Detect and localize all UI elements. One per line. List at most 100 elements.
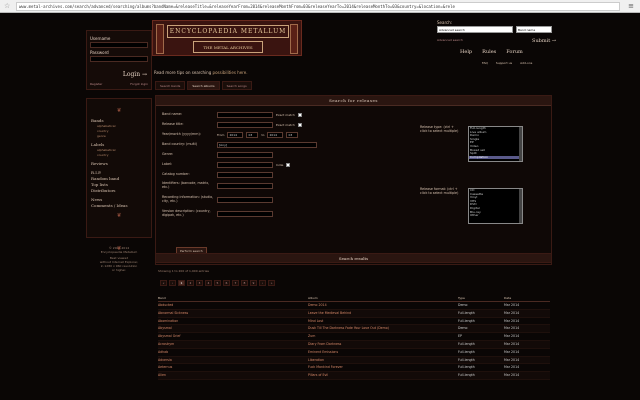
column-header-type[interactable]: Type	[458, 295, 504, 301]
band-link[interactable]: Alien	[158, 372, 308, 379]
page-button[interactable]: 7	[232, 280, 239, 286]
forgot-login-link[interactable]: Forgot login	[130, 82, 148, 86]
menu-random-band[interactable]: Random band	[91, 176, 147, 181]
album-link[interactable]: Zum	[308, 333, 458, 340]
album-link[interactable]: Dusk Till The Darkness Fade Your Love Ou…	[308, 325, 458, 332]
band-link[interactable]: Abomination	[158, 318, 308, 325]
release-type-listbox[interactable]: Full-length Live album Demo Single EP Vi…	[468, 126, 523, 162]
column-header-band[interactable]: Band	[158, 295, 308, 301]
release-format-label: Release format: (ctrl + click to select …	[420, 187, 459, 195]
identifiers-input[interactable]	[217, 182, 273, 189]
band-link[interactable]: Adhab	[158, 349, 308, 356]
album-link[interactable]: Eminent Emissions	[308, 349, 458, 356]
page: Username Password Login → Register Forgo…	[0, 13, 640, 400]
browser-menu-icon[interactable]: ≡	[626, 2, 636, 11]
album-link[interactable]: Liberation	[308, 357, 458, 364]
register-link[interactable]: Register	[90, 82, 102, 86]
column-header-album[interactable]: Album	[308, 295, 458, 301]
menu-reviews[interactable]: Reviews	[91, 161, 147, 166]
release-format-option[interactable]: Other	[469, 214, 522, 218]
release-exact-match-checkbox[interactable]	[297, 123, 302, 127]
bookmark-star-icon[interactable]: ☆	[4, 2, 12, 10]
menu-labels[interactable]: Labels	[91, 142, 147, 147]
advanced-search-link[interactable]: Advanced search	[437, 38, 463, 42]
album-link[interactable]: Pillars of Evil	[308, 372, 458, 379]
nav-support[interactable]: Support us	[496, 61, 512, 65]
release-type-option[interactable]: Compilation	[469, 155, 522, 160]
menu-comments[interactable]: Comments / Ideas	[91, 203, 147, 208]
password-field[interactable]	[90, 56, 148, 62]
band-link[interactable]: Abducted	[158, 302, 308, 309]
page-button[interactable]: 3	[196, 280, 203, 286]
tab-search-albums[interactable]: Search albums	[187, 81, 220, 90]
band-link[interactable]: Abnormal Sickness	[158, 310, 308, 317]
band-name-input[interactable]	[217, 112, 273, 118]
month-to-input[interactable]: 03	[286, 132, 299, 138]
page-button[interactable]: 5	[214, 280, 221, 286]
page-button[interactable]: 6	[223, 280, 230, 286]
menu-rip[interactable]: R.I.P.	[91, 170, 147, 175]
country-select[interactable]: [Any]	[217, 142, 317, 148]
prev-page-button[interactable]: ‹	[169, 280, 176, 286]
album-link[interactable]: Leave the Medieval Behind	[308, 310, 458, 317]
site-logo[interactable]: ENCYCLOPAEDIA METALLUM THE METAL ARCHIVE…	[152, 20, 302, 56]
month-from-input[interactable]: 03	[246, 132, 259, 138]
column-header-date[interactable]: Date	[504, 295, 550, 301]
tab-search-songs[interactable]: Search songs	[221, 81, 252, 90]
menu-bands-genre[interactable]: genre	[97, 134, 147, 138]
band-link[interactable]: Aeternus	[158, 364, 308, 371]
nav-faq[interactable]: FAQ	[482, 61, 488, 65]
tip-link[interactable]: possibilities here.	[213, 70, 248, 75]
indie-checkbox[interactable]	[286, 163, 291, 167]
listbox-scrollbar[interactable]	[519, 127, 522, 161]
search-submit-button[interactable]: Submit →	[532, 38, 556, 44]
album-link[interactable]: Fuck Mankind Forever	[308, 364, 458, 371]
menu-bands[interactable]: Bands	[91, 118, 147, 123]
nav-help[interactable]: Help	[460, 49, 472, 55]
album-link[interactable]: Diary From Darkness	[308, 341, 458, 348]
page-button[interactable]: 4	[205, 280, 212, 286]
version-input[interactable]	[217, 210, 273, 217]
page-button[interactable]: 1	[178, 280, 185, 286]
band-link[interactable]: Acrostrym	[158, 341, 308, 348]
page-button[interactable]: 9	[250, 280, 257, 286]
year-label: Year/month (yyyy/mm):	[162, 132, 201, 137]
menu-bands-country[interactable]: country	[97, 129, 147, 133]
release-title-input[interactable]	[217, 122, 273, 128]
menu-news[interactable]: News	[91, 197, 147, 202]
album-link[interactable]: Demo 2014	[308, 302, 458, 309]
menu-labels-alphabetical[interactable]: alphabetical	[97, 148, 147, 152]
next-page-button[interactable]: ›	[259, 280, 266, 286]
genre-input[interactable]	[217, 152, 273, 158]
nav-rules[interactable]: Rules	[482, 49, 496, 55]
last-page-button[interactable]: »	[268, 280, 275, 286]
menu-top-lists[interactable]: Top lists	[91, 182, 147, 187]
band-link[interactable]: Abysmal Grief	[158, 333, 308, 340]
menu-bands-alphabetical[interactable]: alphabetical	[97, 124, 147, 128]
year-to-input[interactable]: 2014	[267, 132, 284, 138]
menu-distributors[interactable]: Distributors	[91, 188, 147, 193]
address-bar[interactable]: www.metal-archives.com/search/advanced/s…	[16, 2, 620, 11]
menu-labels-country[interactable]: country	[97, 153, 147, 157]
listbox-scrollbar[interactable]	[519, 189, 522, 223]
first-page-button[interactable]: «	[160, 280, 167, 286]
username-field[interactable]	[90, 42, 148, 48]
page-button[interactable]: 8	[241, 280, 248, 286]
band-link[interactable]: Abysmal	[158, 325, 308, 332]
search-type-select[interactable]: Band name	[516, 26, 552, 33]
label-input[interactable]	[217, 162, 273, 168]
album-link[interactable]: Mind Lost	[308, 318, 458, 325]
release-format-listbox[interactable]: CD Cassette Vinyl VHS DVD Digital Blu-ra…	[468, 188, 523, 224]
catalog-input[interactable]	[217, 172, 273, 178]
search-input[interactable]: Advanced search	[437, 26, 513, 33]
login-button[interactable]: Login →	[123, 71, 147, 78]
recording-input[interactable]	[217, 196, 273, 203]
band-exact-match-checkbox[interactable]	[297, 113, 302, 117]
ornament-icon: ❦	[116, 245, 122, 252]
year-from-input[interactable]: 2014	[227, 132, 244, 138]
band-link[interactable]: Adversia	[158, 357, 308, 364]
page-button[interactable]: 2	[187, 280, 194, 286]
nav-addons[interactable]: Add-ons	[520, 61, 532, 65]
nav-forum[interactable]: Forum	[506, 49, 523, 55]
tab-search-bands[interactable]: Search bands	[155, 81, 186, 90]
